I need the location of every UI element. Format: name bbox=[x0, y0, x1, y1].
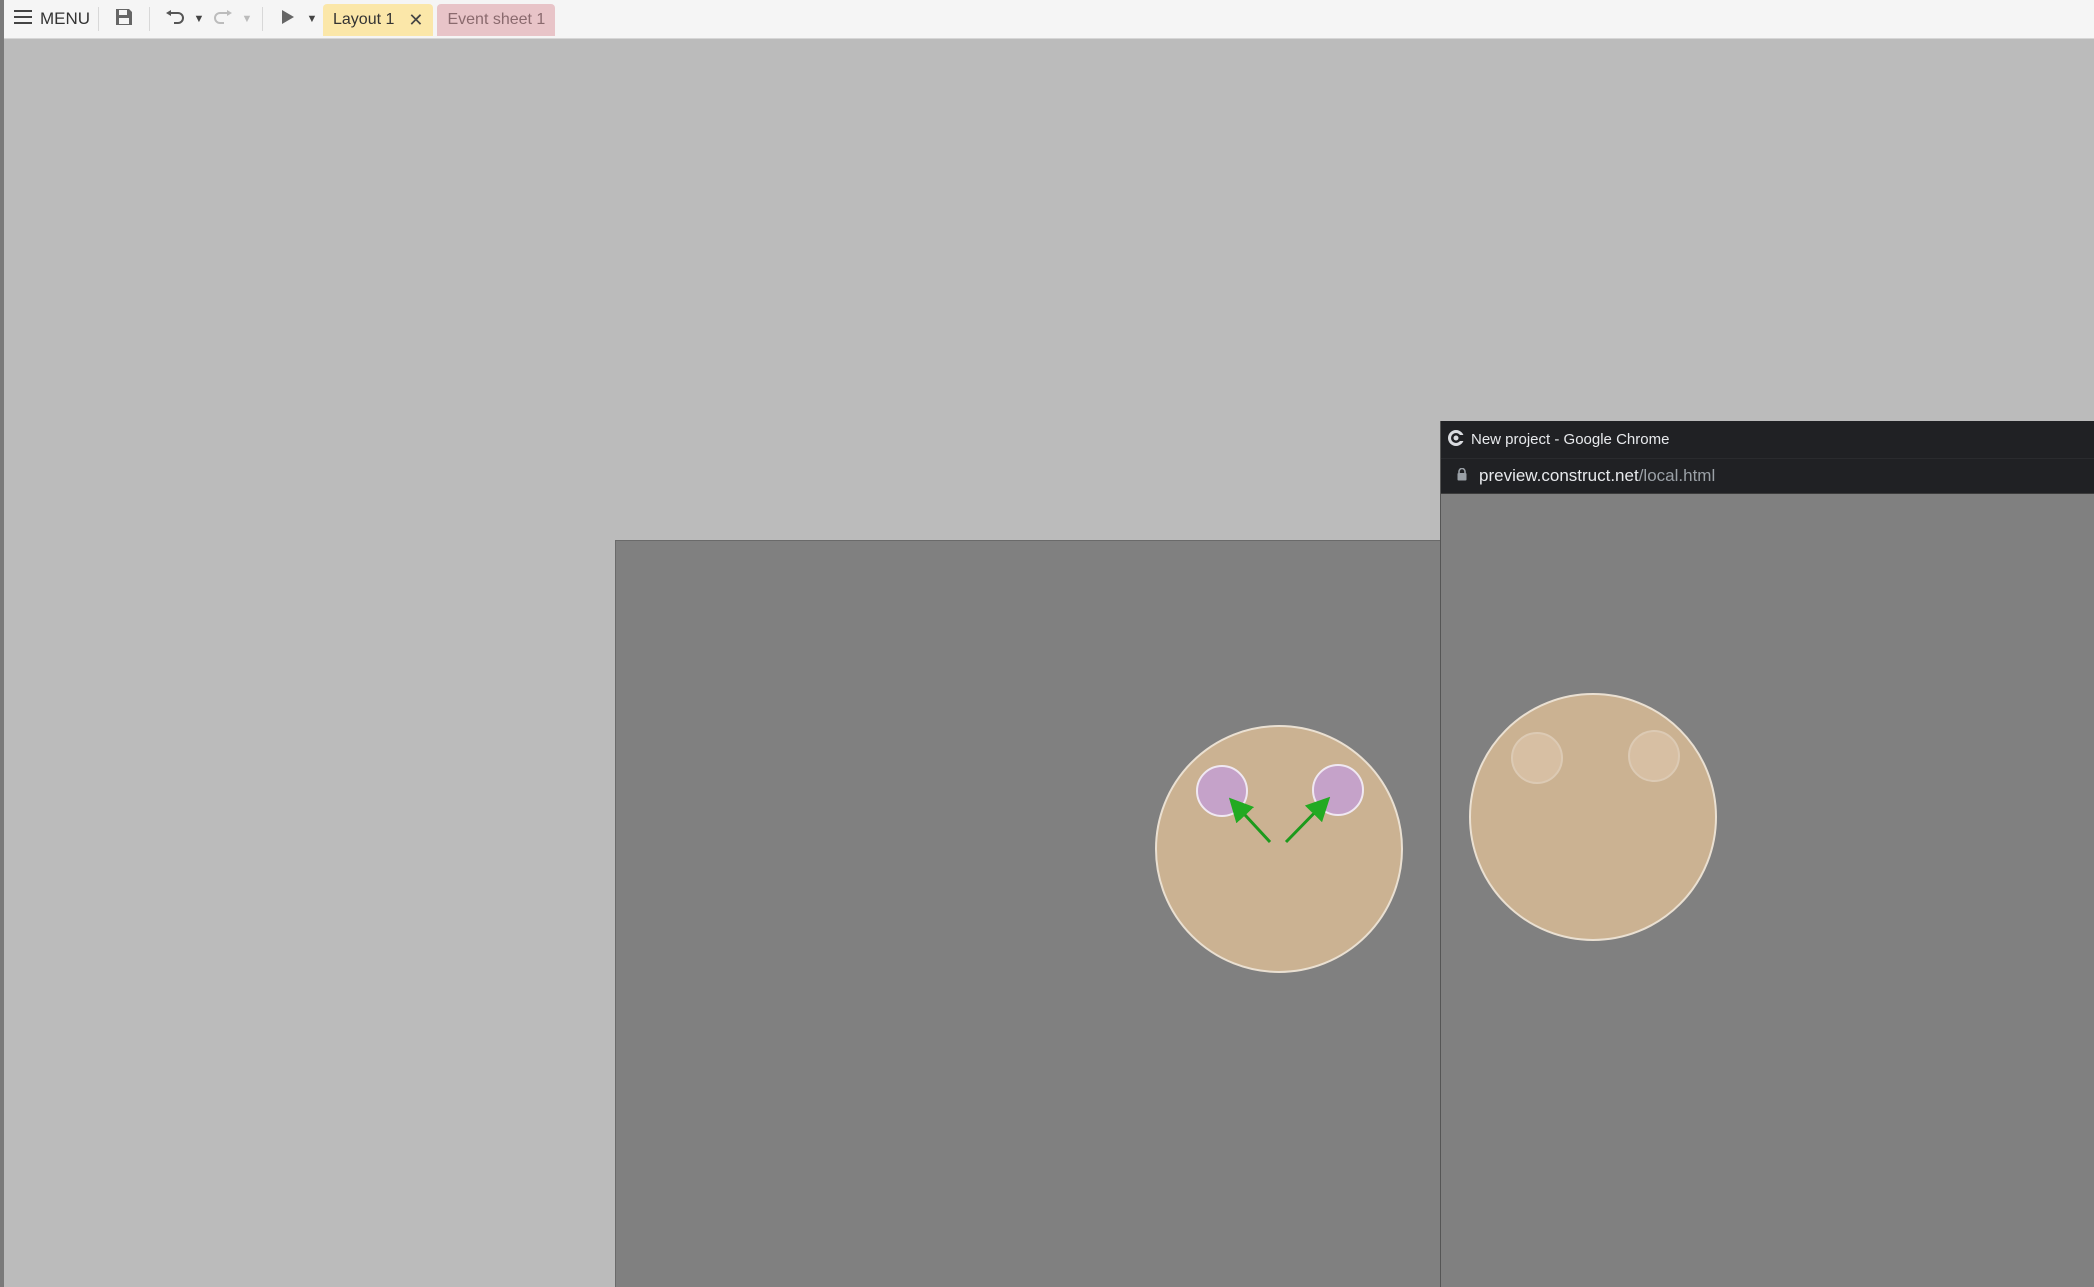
toolbar-separator bbox=[98, 7, 99, 31]
undo-dropdown-caret[interactable]: ▼ bbox=[192, 0, 206, 39]
tab-label: Event sheet 1 bbox=[447, 11, 546, 28]
toolbar-separator bbox=[262, 7, 263, 31]
tab-label: Layout 1 bbox=[333, 11, 395, 28]
preview-left-eye bbox=[1511, 732, 1563, 784]
pin-arrows bbox=[1228, 796, 1331, 844]
layout-canvas[interactable] bbox=[615, 540, 1441, 1287]
menu-button[interactable]: MENU bbox=[4, 0, 90, 39]
tab-layout-1[interactable]: Layout 1 ✕ bbox=[323, 4, 434, 36]
preview-right-eye bbox=[1628, 730, 1680, 782]
save-icon bbox=[115, 8, 133, 31]
url-path: /local.html bbox=[1638, 466, 1716, 485]
redo-dropdown-caret[interactable]: ▼ bbox=[240, 0, 254, 39]
redo-button[interactable] bbox=[206, 0, 240, 39]
window-left-edge bbox=[0, 0, 4, 1287]
preview-dropdown-caret[interactable]: ▼ bbox=[305, 0, 319, 39]
undo-button[interactable] bbox=[158, 0, 192, 39]
tab-event-sheet-1[interactable]: Event sheet 1 bbox=[437, 4, 556, 36]
url-host: preview.construct.net bbox=[1479, 466, 1639, 485]
redo-icon bbox=[213, 9, 233, 29]
url-text: preview.construct.net/local.html bbox=[1479, 466, 1715, 486]
arrow-icon bbox=[1284, 796, 1331, 844]
menu-label: MENU bbox=[40, 9, 91, 28]
browser-window-title: New project - Google Chrome bbox=[1471, 431, 1670, 448]
hamburger-icon bbox=[14, 9, 32, 29]
play-icon bbox=[281, 9, 295, 30]
chrome-preview-window[interactable]: New project - Google Chrome preview.cons… bbox=[1440, 421, 2094, 1287]
main-toolbar: MENU ▼ ▼ ▼ Layout 1 ✕ Event sheet 1 bbox=[4, 0, 2094, 39]
chrome-logo-icon bbox=[1447, 429, 1465, 451]
address-bar[interactable]: preview.construct.net/local.html bbox=[1441, 458, 2094, 494]
undo-icon bbox=[165, 9, 185, 29]
close-icon[interactable]: ✕ bbox=[408, 11, 423, 29]
toolbar-separator bbox=[149, 7, 150, 31]
game-preview-canvas[interactable] bbox=[1441, 494, 2094, 1287]
preview-button[interactable] bbox=[271, 0, 305, 39]
browser-title-bar[interactable]: New project - Google Chrome bbox=[1441, 421, 2094, 458]
save-button[interactable] bbox=[107, 0, 141, 39]
arrow-icon bbox=[1228, 797, 1272, 844]
lock-icon bbox=[1457, 466, 1467, 486]
preview-face-sprite bbox=[1469, 693, 1717, 941]
